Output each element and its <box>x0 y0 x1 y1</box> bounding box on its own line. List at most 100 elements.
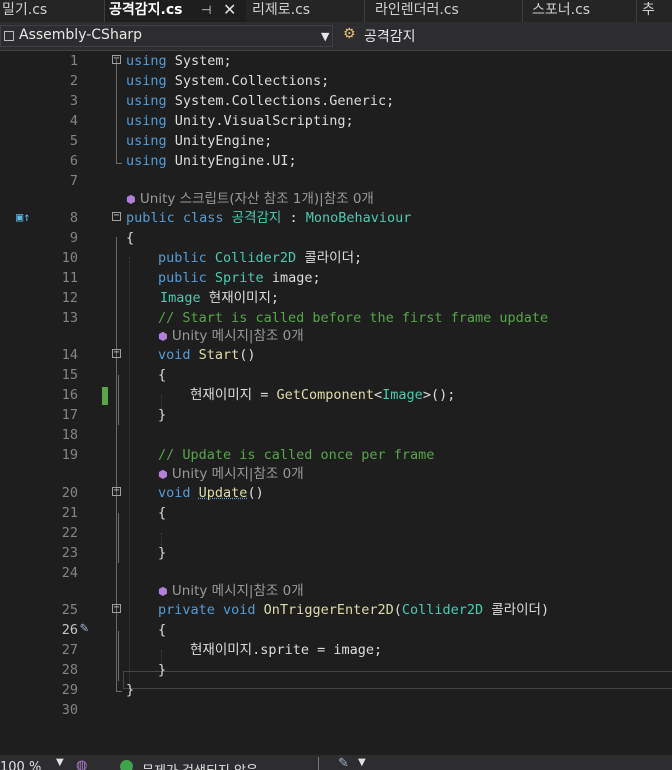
code-line[interactable]: 14 − void Start() <box>0 345 672 365</box>
check-circle-icon <box>120 760 133 770</box>
collapse-icon[interactable]: − <box>112 54 121 64</box>
quick-action-brush-icon[interactable]: ✎ <box>80 620 88 636</box>
code-line[interactable]: 1 − using System; <box>0 51 672 71</box>
code-line[interactable]: 17 } <box>0 405 672 425</box>
code-text: public Collider2D 콜라이더; <box>158 250 363 266</box>
code-text: } <box>158 545 167 561</box>
codelens-update[interactable]: ⬢ Unity 메시지|참조 0개 <box>158 464 304 485</box>
line-number: 20 <box>61 485 78 501</box>
code-editor[interactable]: 1 − using System; 2 using System.Collect… <box>0 51 672 755</box>
code-line[interactable]: 5 using UnityEngine; <box>0 131 672 151</box>
code-text: using UnityEngine.UI; <box>126 153 297 169</box>
tab-divider <box>522 0 523 22</box>
code-line[interactable]: 24 <box>0 563 672 583</box>
code-line[interactable]: 16 현재이미지 = GetComponent<Image>(); <box>0 385 672 405</box>
line-number: 12 <box>61 290 78 306</box>
line-number: 14 <box>61 347 78 363</box>
tab-divider <box>636 0 637 22</box>
code-text: 현재이미지 = GetComponent<Image>(); <box>190 387 456 403</box>
codelens-class[interactable]: ⬢ Unity 스크립트(자산 참조 1개)|참조 0개 <box>126 189 374 210</box>
codelens-start[interactable]: ⬢ Unity 메시지|참조 0개 <box>158 326 304 347</box>
code-line[interactable]: 21 { <box>0 503 672 523</box>
brush-icon[interactable]: ✎ <box>338 756 349 770</box>
code-line[interactable]: 7 <box>0 171 672 191</box>
copilot-icon[interactable]: ◍ <box>76 758 87 770</box>
chevron-down-icon[interactable]: ▼ <box>358 757 366 768</box>
codelens-trigger[interactable]: ⬢ Unity 메시지|참조 0개 <box>158 581 304 602</box>
line-number: 10 <box>61 250 78 266</box>
tab-라인렌더러[interactable]: 라인렌더러.cs <box>369 0 521 22</box>
line-number: 2 <box>69 73 78 89</box>
collapse-icon[interactable]: − <box>112 603 121 613</box>
implementation-glyph-icon[interactable]: ▣↑ <box>16 210 30 224</box>
navigation-bar: Assembly-CSharp ▼ ⚙ 공격감지 <box>0 22 672 51</box>
chevron-down-icon[interactable]: ▼ <box>56 757 64 768</box>
code-line[interactable]: 10 public Collider2D 콜라이더; <box>0 248 672 268</box>
collapse-icon[interactable]: − <box>112 348 121 358</box>
code-line[interactable]: 19 // Update is called once per frame <box>0 445 672 465</box>
unity-cube-icon: ⬢ <box>126 193 136 206</box>
close-icon[interactable]: ✕ <box>223 0 236 20</box>
line-number: 8 <box>69 210 78 226</box>
code-line[interactable]: 23 } <box>0 543 672 563</box>
code-text: using Unity.VisualScripting; <box>126 113 354 129</box>
code-comment: // Start is called before the first fram… <box>158 310 549 326</box>
line-number: 25 <box>61 602 78 618</box>
line-number: 5 <box>69 133 78 149</box>
code-line[interactable]: 20 − void Update() <box>0 483 672 503</box>
collapse-icon[interactable]: − <box>112 486 121 496</box>
code-line[interactable]: 13 // Start is called before the first f… <box>0 308 672 328</box>
pin-icon[interactable]: ⊣ <box>201 0 211 20</box>
line-number: 21 <box>61 505 78 521</box>
code-text: Image 현재이미지; <box>160 290 279 306</box>
code-line[interactable]: 15 { <box>0 365 672 385</box>
code-line[interactable]: 28 } <box>0 660 672 680</box>
class-icon: ⚙ <box>343 26 356 42</box>
code-line[interactable]: 22 <box>0 523 672 543</box>
tab-divider <box>364 0 365 22</box>
code-line[interactable]: 30 <box>0 700 672 720</box>
chevron-down-icon: ▼ <box>321 30 330 43</box>
code-line[interactable]: 3 using System.Collections.Generic; <box>0 91 672 111</box>
code-line[interactable]: 27 현재이미지.sprite = image; <box>0 640 672 660</box>
tab-밀기[interactable]: 밀기.cs <box>0 0 102 22</box>
code-text: using System.Collections; <box>126 73 330 89</box>
code-line[interactable]: 2 using System.Collections; <box>0 71 672 91</box>
zoom-level[interactable]: 100 % <box>0 760 41 770</box>
line-number: 17 <box>61 407 78 423</box>
status-divider <box>318 757 319 770</box>
code-line[interactable]: 18 <box>0 425 672 445</box>
collapse-icon[interactable]: − <box>112 211 121 221</box>
code-line[interactable]: ▣↑ 8 − public class 공격감지 : MonoBehaviour <box>0 208 672 228</box>
project-dropdown[interactable]: Assembly-CSharp ▼ <box>0 25 333 47</box>
line-number: 7 <box>69 173 78 189</box>
tab-리제로[interactable]: 리제로.cs <box>246 0 366 22</box>
line-number: 1 <box>69 53 78 69</box>
class-dropdown[interactable]: ⚙ 공격감지 <box>340 25 672 47</box>
tab-bar: 밀기.cs 공격감지.cs ⊣ ✕ 리제로.cs 라인렌더러.cs 스포너.cs… <box>0 0 672 22</box>
tab-스포너[interactable]: 스포너.cs <box>526 0 628 22</box>
line-number: 28 <box>61 662 78 678</box>
code-comment: // Update is called once per frame <box>158 447 435 463</box>
code-text: void Update() <box>158 485 264 501</box>
line-number: 30 <box>61 702 78 718</box>
line-number: 19 <box>61 447 78 463</box>
line-number: 27 <box>61 642 78 658</box>
code-text: using UnityEngine; <box>126 133 273 149</box>
code-line[interactable]: 26 ✎ { <box>0 620 672 640</box>
code-text: { <box>158 367 167 383</box>
issues-status[interactable]: 문제가 검색되지 않음 <box>142 760 258 770</box>
code-line[interactable]: 12 Image 현재이미지; <box>0 288 672 308</box>
line-number: 29 <box>61 682 78 698</box>
code-line[interactable]: 6 using UnityEngine.UI; <box>0 151 672 171</box>
code-line[interactable]: 29 } <box>0 680 672 700</box>
code-line[interactable]: 11 public Sprite image; <box>0 268 672 288</box>
tab-공격감지[interactable]: 공격감지.cs ⊣ ✕ <box>105 0 246 22</box>
line-number: 4 <box>69 113 78 129</box>
code-line[interactable]: 4 using Unity.VisualScripting; <box>0 111 672 131</box>
class-name: 공격감지 <box>364 29 416 45</box>
code-line[interactable]: 25 − private void OnTriggerEnter2D(Colli… <box>0 600 672 620</box>
code-line[interactable]: 9 { <box>0 228 672 248</box>
line-number: 26 <box>61 622 78 638</box>
tab-overflow[interactable]: 추 <box>640 0 672 22</box>
